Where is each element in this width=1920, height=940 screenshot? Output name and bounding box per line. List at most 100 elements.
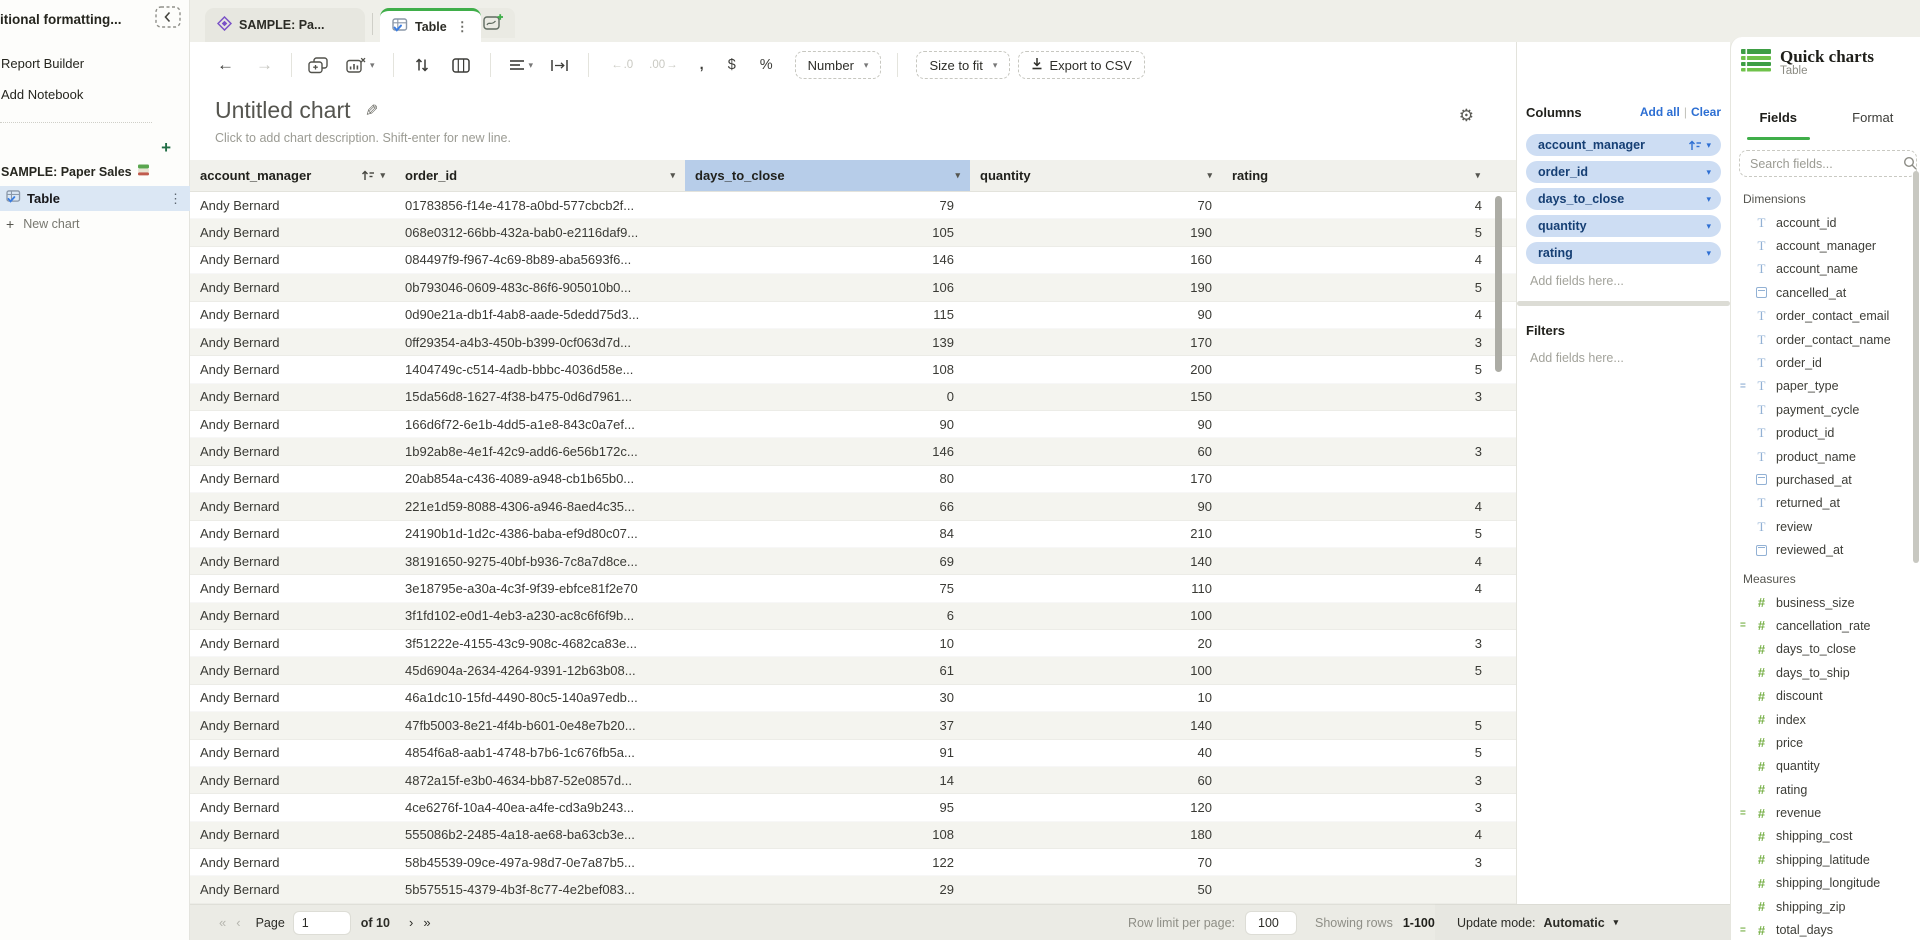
percent-format-icon[interactable]: % <box>760 57 773 73</box>
columns-panel-scrollbar[interactable] <box>1517 301 1730 306</box>
edit-title-pencil-icon[interactable]: ✎ <box>365 101 378 121</box>
undo-button[interactable]: ← <box>217 55 234 75</box>
table-scrollbar[interactable] <box>1495 196 1502 372</box>
dimension-product_name[interactable]: Tproduct_name <box>1731 445 1920 468</box>
column-chip-order_id[interactable]: order_id▾ <box>1526 161 1721 183</box>
measure-index[interactable]: #index <box>1731 708 1920 731</box>
table-row[interactable]: Andy Bernard58b45539-09ce-497a-98d7-0e7a… <box>190 849 1516 876</box>
measure-days_to_ship[interactable]: #days_to_ship <box>1731 661 1920 684</box>
chevron-down-icon[interactable]: ▾ <box>1706 167 1711 178</box>
add-all-link[interactable]: Add all <box>1640 105 1680 119</box>
table-row[interactable]: Andy Bernard0d90e21a-db1f-4ab8-aade-5ded… <box>190 302 1516 329</box>
tab-format[interactable]: Format <box>1826 94 1920 140</box>
duplicate-chart-icon[interactable] <box>308 57 328 74</box>
chart-title[interactable]: Untitled chart <box>215 97 351 124</box>
chevron-down-icon[interactable]: ▾ <box>955 170 960 181</box>
currency-format-icon[interactable]: $ <box>728 57 736 73</box>
measure-shipping_cost[interactable]: #shipping_cost <box>1731 825 1920 848</box>
dimension-product_id[interactable]: Tproduct_id <box>1731 422 1920 445</box>
measure-shipping_zip[interactable]: #shipping_zip <box>1731 895 1920 918</box>
dimension-purchased_at[interactable]: purchased_at <box>1731 468 1920 491</box>
table-row[interactable]: Andy Bernard0ff29354-a4b3-450b-b399-0cf0… <box>190 329 1516 356</box>
tab-table[interactable]: Table ⋮ <box>380 8 481 42</box>
table-row[interactable]: Andy Bernard4872a15f-e3b0-4634-bb87-52e0… <box>190 767 1516 794</box>
table-row[interactable]: Andy Bernard01783856-f14e-4178-a0bd-577c… <box>190 192 1516 219</box>
chevron-down-icon[interactable]: ▾ <box>1207 170 1212 181</box>
chart-description-placeholder[interactable]: Click to add chart description. Shift-en… <box>215 131 1516 145</box>
chevron-down-icon[interactable]: ▾ <box>670 170 675 181</box>
column-header-order_id[interactable]: order_id▾ <box>395 160 685 191</box>
dimension-payment_cycle[interactable]: Tpayment_cycle <box>1731 398 1920 421</box>
dimension-account_id[interactable]: Taccount_id <box>1731 211 1920 234</box>
column-header-quantity[interactable]: quantity▾ <box>970 160 1222 191</box>
column-header-account_manager[interactable]: account_manager▾ <box>190 160 395 191</box>
measure-total_days[interactable]: =#total_days <box>1731 918 1920 940</box>
measure-cancellation_rate[interactable]: =#cancellation_rate <box>1731 614 1920 637</box>
table-row[interactable]: Andy Bernard166d6f72-6e1b-4dd5-a1e8-843c… <box>190 411 1516 438</box>
measure-shipping_longitude[interactable]: #shipping_longitude <box>1731 872 1920 895</box>
table-row[interactable]: Andy Bernard38191650-9275-40bf-b936-7c8a… <box>190 548 1516 575</box>
update-mode-dropdown[interactable]: Automatic▾ <box>1544 916 1619 930</box>
search-fields-input[interactable] <box>1739 150 1917 177</box>
dimension-reviewed_at[interactable]: reviewed_at <box>1731 538 1920 561</box>
text-align-icon[interactable]: ▾ <box>509 59 534 71</box>
dimension-cancelled_at[interactable]: cancelled_at <box>1731 281 1920 304</box>
next-page-button[interactable]: › <box>404 915 418 930</box>
table-row[interactable]: Andy Bernard068e0312-66bb-432a-bab0-e211… <box>190 219 1516 246</box>
prev-page-button[interactable]: ‹ <box>231 915 245 930</box>
sort-rows-icon[interactable] <box>414 58 430 72</box>
table-row[interactable]: Andy Bernard3e18795e-a30a-4c3f-9f39-ebfc… <box>190 575 1516 602</box>
table-row[interactable]: Andy Bernard3f1fd102-e0d1-4eb3-a230-ac8c… <box>190 603 1516 630</box>
measure-revenue[interactable]: =#revenue <box>1731 801 1920 824</box>
measure-business_size[interactable]: #business_size <box>1731 591 1920 614</box>
table-item-menu-icon[interactable]: ⋮ <box>169 191 182 207</box>
table-row[interactable]: Andy Bernard24190b1d-1d2c-4386-baba-ef9d… <box>190 521 1516 548</box>
chevron-down-icon[interactable]: ▾ <box>380 170 385 181</box>
table-row[interactable]: Andy Bernard20ab854a-c436-4089-a948-cb1b… <box>190 466 1516 493</box>
row-limit-input[interactable] <box>1245 911 1297 935</box>
measure-shipping_latitude[interactable]: #shipping_latitude <box>1731 848 1920 871</box>
tab-menu-icon[interactable]: ⋮ <box>456 19 469 35</box>
decrease-decimal-icon[interactable]: ←.0 <box>611 59 633 71</box>
column-chip-days_to_close[interactable]: days_to_close▾ <box>1526 188 1721 210</box>
measure-rating[interactable]: #rating <box>1731 778 1920 801</box>
table-row[interactable]: Andy Bernard47fb5003-8e21-4f4b-b601-0e48… <box>190 712 1516 739</box>
first-page-button[interactable]: « <box>214 915 231 930</box>
sidebar-dataset[interactable]: SAMPLE: Paper Sales <box>1 164 150 179</box>
text-wrap-icon[interactable] <box>551 59 568 72</box>
table-row[interactable]: Andy Bernard1404749c-c514-4adb-bbbc-4036… <box>190 356 1516 383</box>
measure-days_to_close[interactable]: #days_to_close <box>1731 638 1920 661</box>
collapse-sidebar-icon[interactable] <box>155 6 181 28</box>
dimension-review[interactable]: Treview <box>1731 515 1920 538</box>
page-number-input[interactable] <box>293 911 351 935</box>
remove-chart-icon[interactable]: ▾ <box>346 57 375 73</box>
column-chip-rating[interactable]: rating▾ <box>1526 242 1721 264</box>
dimension-returned_at[interactable]: Treturned_at <box>1731 492 1920 515</box>
chevron-down-icon[interactable]: ▾ <box>1706 194 1711 205</box>
size-to-fit-dropdown[interactable]: Size to fit▾ <box>916 51 1010 79</box>
column-chip-quantity[interactable]: quantity▾ <box>1526 215 1721 237</box>
dimension-order_contact_name[interactable]: Torder_contact_name <box>1731 328 1920 351</box>
table-row[interactable]: Andy Bernard555086b2-2485-4a18-ae68-ba63… <box>190 822 1516 849</box>
sidebar-item-add-notebook[interactable]: Add Notebook <box>1 87 83 102</box>
last-page-button[interactable]: » <box>418 915 435 930</box>
sidebar-item-report-builder[interactable]: Report Builder <box>1 56 84 71</box>
redo-button[interactable]: → <box>256 55 273 75</box>
measure-price[interactable]: #price <box>1731 731 1920 754</box>
dimension-order_contact_email[interactable]: Torder_contact_email <box>1731 305 1920 328</box>
thousands-separator-icon[interactable]: , <box>700 57 704 73</box>
export-csv-button[interactable]: Export to CSV <box>1018 51 1144 79</box>
increase-decimal-icon[interactable]: .00→ <box>649 59 678 71</box>
chart-settings-gear-icon[interactable]: ⚙ <box>1459 106 1474 126</box>
table-row[interactable]: Andy Bernard3f51222e-4155-43c9-908c-4682… <box>190 630 1516 657</box>
filters-add-fields-placeholder[interactable]: Add fields here... <box>1526 346 1721 370</box>
manage-columns-icon[interactable] <box>452 58 470 73</box>
add-chart-plus-button[interactable]: + <box>161 138 171 158</box>
dimension-paper_type[interactable]: =Tpaper_type <box>1731 375 1920 398</box>
table-row[interactable]: Andy Bernard5b575515-4379-4b3f-8c77-4e2b… <box>190 876 1516 903</box>
sidebar-item-table[interactable]: Table ⋮ <box>0 186 190 211</box>
tab-dataset[interactable]: SAMPLE: Pa... <box>205 8 365 42</box>
table-row[interactable]: Andy Bernard084497f9-f967-4c69-8b89-aba5… <box>190 247 1516 274</box>
table-row[interactable]: Andy Bernard46a1dc10-15fd-4490-80c5-140a… <box>190 685 1516 712</box>
table-row[interactable]: Andy Bernard1b92ab8e-4e1f-42c9-add6-6e56… <box>190 438 1516 465</box>
